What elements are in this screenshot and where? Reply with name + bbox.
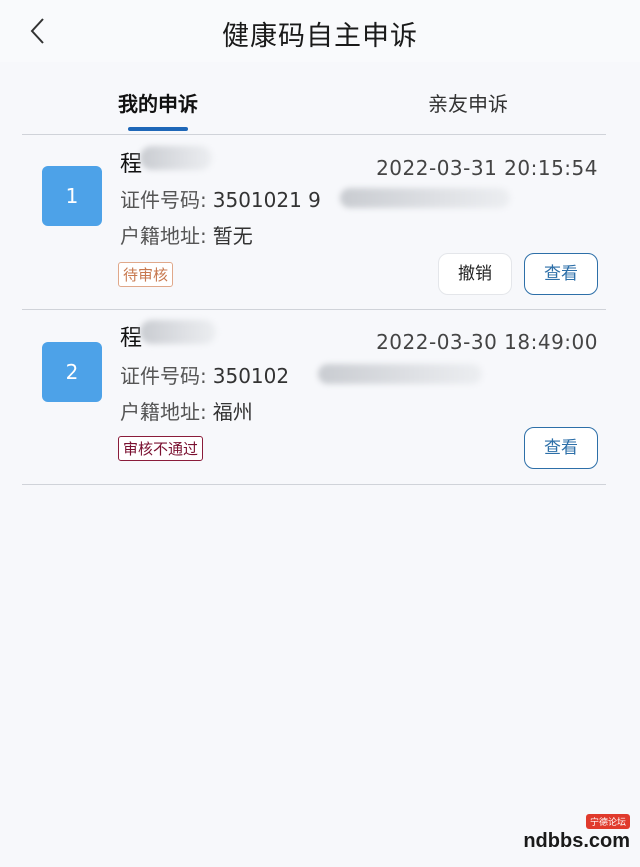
- id-number-label: 证件号码:: [120, 364, 207, 388]
- divider: [22, 484, 606, 485]
- page-title: 健康码自主申诉: [222, 21, 418, 52]
- address-label: 户籍地址:: [120, 400, 207, 424]
- divider: [22, 134, 606, 135]
- address-value: 暂无: [212, 224, 253, 248]
- redaction-blur: [140, 146, 212, 170]
- redaction-blur: [340, 188, 510, 208]
- watermark-logo: ndbbs.com: [523, 830, 630, 852]
- appeal-datetime: 2022-03-30 18:49:00: [376, 330, 598, 354]
- redaction-blur: [140, 320, 216, 344]
- id-number-value: 3501021 9: [212, 188, 321, 212]
- id-number-row: 证件号码: 350102: [120, 360, 289, 389]
- id-number-value: 350102: [212, 364, 290, 388]
- watermark-tag: 宁德论坛: [585, 814, 630, 829]
- appeal-card[interactable]: 1 程 2022-03-31 20:15:54 证件号码: 3501021 9 户…: [22, 136, 606, 309]
- revoke-button[interactable]: 撤销: [438, 253, 512, 295]
- tab-friend-appeals[interactable]: 亲友申诉: [428, 88, 508, 117]
- address-label: 户籍地址:: [120, 224, 207, 248]
- tab-bar: 我的申诉 亲友申诉: [0, 62, 640, 134]
- nav-bar: 健康码自主申诉: [0, 0, 640, 62]
- address-row: 户籍地址: 福州: [120, 396, 253, 425]
- status-badge: 审核不通过: [118, 436, 204, 461]
- id-number-label: 证件号码:: [120, 188, 207, 212]
- redaction-blur: [318, 364, 482, 384]
- applicant-name: 程: [120, 326, 143, 351]
- id-number-row: 证件号码: 3501021 9: [120, 184, 321, 213]
- appeal-card[interactable]: 2 程 2022-03-30 18:49:00 证件号码: 350102 户籍地址…: [22, 310, 606, 483]
- appeal-number-badge: 1: [42, 166, 102, 226]
- address-row: 户籍地址: 暂无: [120, 220, 253, 249]
- status-badge: 待审核: [118, 262, 174, 287]
- view-button[interactable]: 查看: [524, 253, 598, 295]
- view-button[interactable]: 查看: [524, 427, 598, 469]
- appeal-datetime: 2022-03-31 20:15:54: [376, 156, 598, 180]
- active-tab-indicator: [128, 127, 188, 131]
- address-value: 福州: [212, 400, 253, 424]
- applicant-name: 程: [120, 152, 143, 177]
- appeal-number-badge: 2: [42, 342, 102, 402]
- tab-my-appeals[interactable]: 我的申诉: [118, 88, 198, 117]
